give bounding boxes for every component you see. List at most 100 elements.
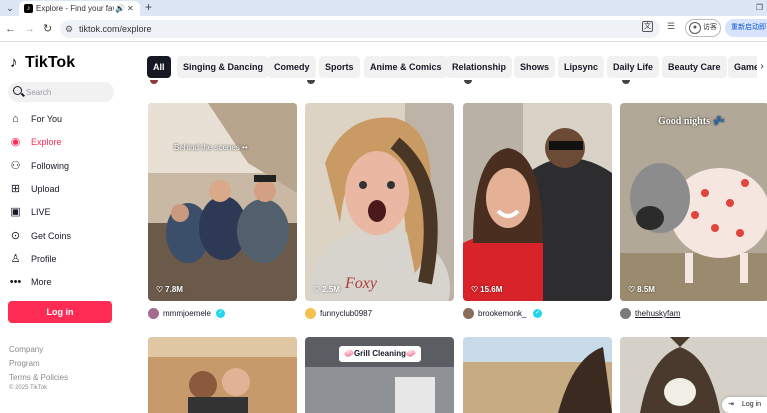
- author-name[interactable]: mmmjoemele: [163, 308, 211, 319]
- author-name[interactable]: funnyclub0987: [320, 308, 372, 319]
- video-card[interactable]: ♡ 15.6M: [463, 103, 612, 301]
- window-restore-icon[interactable]: ❐: [756, 2, 763, 13]
- svg-text:Foxy: Foxy: [344, 275, 378, 292]
- verified-icon: ✓: [216, 309, 225, 318]
- category-relationship[interactable]: Relationship: [446, 56, 513, 78]
- nav-upload[interactable]: ⊞ Upload: [9, 182, 119, 198]
- nav-live[interactable]: ▣ LIVE: [9, 205, 119, 221]
- avatar: [463, 308, 474, 319]
- back-icon[interactable]: ←: [5, 22, 16, 36]
- relaunch-label: 重新启动即可: [731, 24, 767, 31]
- upload-icon: ⊞: [10, 183, 21, 195]
- video-author[interactable]: thehuskyfam: [620, 308, 767, 320]
- video-overlay-text: 🧼Grill Cleaning🧼: [339, 346, 421, 362]
- category-games[interactable]: Games: [728, 56, 757, 78]
- category-lipsync[interactable]: Lipsync: [558, 56, 605, 78]
- heart-icon: ♡: [628, 285, 636, 294]
- forward-icon[interactable]: →: [24, 22, 35, 36]
- video-card[interactable]: Foxy ♡ 2.5M: [305, 103, 454, 301]
- author-name[interactable]: thehuskyfam: [635, 308, 680, 319]
- like-count: ♡ 7.8M: [156, 285, 183, 295]
- video-card[interactable]: Behind the scenes •• ♡ 7.8M: [148, 103, 297, 301]
- search-input[interactable]: [26, 85, 110, 99]
- video-thumbnail: Foxy: [305, 103, 454, 301]
- close-tab-icon[interactable]: ✕: [127, 3, 134, 14]
- nav-label: For You: [31, 114, 63, 124]
- avatar-stub: [307, 80, 315, 84]
- author-name[interactable]: brookemonk_: [478, 308, 526, 319]
- like-count: ♡ 2.5M: [313, 285, 340, 295]
- url-text[interactable]: tiktok.com/explore: [79, 23, 152, 35]
- avatar-stub: [464, 80, 472, 84]
- new-tab-icon[interactable]: +: [145, 0, 152, 15]
- category-daily-life[interactable]: Daily Life: [607, 56, 660, 78]
- nav-for-you[interactable]: ⌂ For You: [9, 112, 119, 128]
- footer-program[interactable]: Program: [9, 359, 40, 369]
- nav-profile[interactable]: ♙ Profile: [9, 252, 119, 268]
- speaker-icon[interactable]: 🔊: [115, 3, 125, 14]
- category-sports[interactable]: Sports: [319, 56, 360, 78]
- video-author[interactable]: mmmjoemele ✓: [148, 308, 297, 320]
- nav-more[interactable]: ••• More: [9, 275, 119, 291]
- browser-toolbar: ← → ↻ ⚙ tiktok.com/explore 文 ☰ ● 访客 重新启动…: [0, 16, 767, 42]
- coins-icon: ⊙: [10, 230, 21, 242]
- category-shows[interactable]: Shows: [514, 56, 556, 78]
- category-comedy[interactable]: Comedy: [268, 56, 316, 78]
- translate-icon[interactable]: 文: [642, 21, 653, 32]
- video-author[interactable]: brookemonk_ ✓: [463, 308, 612, 320]
- category-bar: All Singing & Dancing Comedy Sports Anim…: [147, 56, 757, 78]
- avatar: [148, 308, 159, 319]
- chevron-right-icon[interactable]: ›: [757, 56, 767, 78]
- avatar: [620, 308, 631, 319]
- like-count-value: 15.6M: [480, 285, 503, 294]
- video-author[interactable]: funnyclub0987: [305, 308, 454, 320]
- floating-login-label: Log in: [742, 401, 762, 408]
- browser-tab[interactable]: ♪ Explore - Find your favou 🔊 ✕: [19, 1, 140, 16]
- extensions-icon[interactable]: ☰: [667, 20, 675, 33]
- reload-icon[interactable]: ↻: [43, 22, 52, 36]
- video-card[interactable]: [148, 337, 297, 413]
- profile-label: 访客: [703, 24, 717, 31]
- copyright: © 2025 TikTok: [9, 385, 48, 391]
- nav-label: More: [31, 277, 52, 287]
- category-anime-comics[interactable]: Anime & Comics: [364, 56, 448, 78]
- nav-label: LIVE: [31, 207, 51, 217]
- relaunch-button[interactable]: 重新启动即可: [725, 19, 767, 37]
- address-bar[interactable]: ⚙ tiktok.com/explore: [60, 20, 660, 38]
- floating-login-button[interactable]: ⇥ Log in: [722, 397, 767, 413]
- person-icon: ●: [689, 22, 701, 34]
- footer-terms[interactable]: Terms & Policies: [9, 373, 68, 383]
- nav-label: Get Coins: [31, 231, 72, 241]
- nav-following[interactable]: ⚇ Following: [9, 159, 119, 175]
- profile-button[interactable]: ● 访客: [685, 19, 721, 37]
- logo-text: TikTok: [25, 54, 76, 71]
- video-card[interactable]: [463, 337, 612, 413]
- site-info-icon[interactable]: ⚙: [65, 23, 73, 35]
- category-all[interactable]: All: [147, 56, 171, 78]
- video-card[interactable]: Good nights 💤 ♡ 8.5M: [620, 103, 767, 301]
- nav-get-coins[interactable]: ⊙ Get Coins: [9, 229, 119, 245]
- like-count-value: 7.8M: [165, 285, 183, 294]
- video-card[interactable]: 🧼Grill Cleaning🧼: [305, 337, 454, 413]
- footer-company[interactable]: Company: [9, 345, 43, 355]
- tiktok-note-icon: ♪: [10, 54, 18, 71]
- like-count-value: 8.5M: [637, 285, 655, 294]
- nav-label: Following: [31, 161, 70, 171]
- category-beauty-care[interactable]: Beauty Care: [662, 56, 727, 78]
- login-button[interactable]: Log in: [8, 301, 112, 323]
- like-count: ♡ 15.6M: [471, 285, 502, 295]
- avatar: [305, 308, 316, 319]
- video-overlay-text: Good nights 💤: [658, 116, 725, 127]
- tab-list-chevron-icon[interactable]: ⌄: [3, 2, 17, 14]
- like-count-value: 2.5M: [322, 285, 340, 294]
- avatar-stub: [150, 80, 158, 84]
- compass-icon: ◉: [10, 136, 21, 148]
- live-icon: ▣: [10, 206, 21, 218]
- heart-icon: ♡: [471, 285, 479, 294]
- login-icon: ⇥: [728, 401, 734, 408]
- nav-explore[interactable]: ◉ Explore: [9, 135, 119, 151]
- tiktok-favicon-icon: ♪: [24, 4, 33, 13]
- following-icon: ⚇: [10, 160, 21, 172]
- category-singing-dancing[interactable]: Singing & Dancing: [177, 56, 269, 78]
- search-box[interactable]: [8, 82, 114, 102]
